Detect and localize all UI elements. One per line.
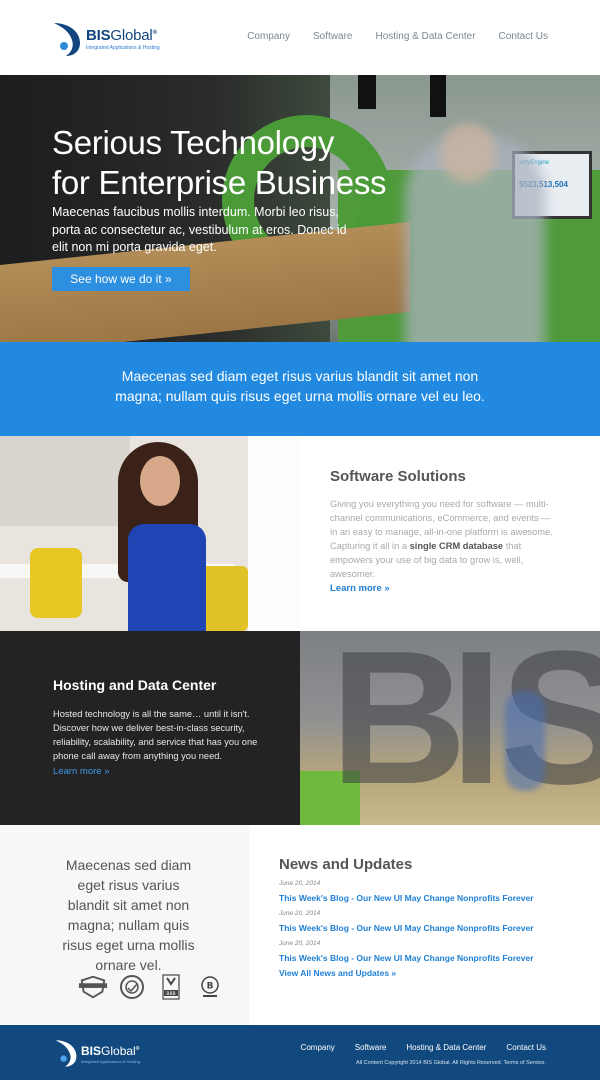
hosting-body: Hosted technology is all the same… until… <box>53 709 258 761</box>
site-header: BISGlobal® Integrated Applications & Hos… <box>0 0 600 75</box>
news-item: June 20, 2014 This Week's Blog - Our New… <box>279 939 534 969</box>
hosting-learn-more-link[interactable]: Learn more » <box>53 766 110 777</box>
footer-logo[interactable]: BISGlobal® Integrated Applications & Hos… <box>54 1038 140 1068</box>
footer-nav-company[interactable]: Company <box>301 1043 335 1052</box>
photo-window <box>248 436 300 631</box>
b-corp-badge-icon: B <box>195 973 225 1001</box>
hero-pendant-lamp <box>358 75 376 109</box>
photo-blurred-person <box>505 691 545 791</box>
news-section: News and Updates June 20, 2014 This Week… <box>249 825 600 1025</box>
hero-subtitle: Maecenas faucibus mollis interdum. Morbi… <box>52 205 347 254</box>
hosting-photo: B I S <box>300 631 600 825</box>
photo-person-face <box>140 456 180 506</box>
footer-nav-contact[interactable]: Contact Us <box>506 1043 546 1052</box>
footer-logo-tagline: Integrated Applications & Hosting <box>81 1058 140 1064</box>
main-nav: Company Software Hosting & Data Center C… <box>224 31 548 42</box>
nav-hosting[interactable]: Hosting & Data Center <box>375 31 475 42</box>
photo-wall <box>0 436 130 526</box>
nav-company[interactable]: Company <box>247 31 290 42</box>
logo-mark-icon <box>52 21 82 57</box>
news-title: News and Updates <box>279 856 413 873</box>
photo-letter-i: I <box>450 631 503 824</box>
software-body-bold: single CRM database <box>409 541 504 551</box>
hosting-title: Hosting and Data Center <box>53 677 217 693</box>
news-link[interactable]: This Week's Blog - Our New UI May Change… <box>279 893 534 903</box>
logo-reg-mark: ® <box>152 29 157 36</box>
news-item: June 20, 2014 This Week's Blog - Our New… <box>279 879 534 909</box>
certification-badges: BBB B <box>78 973 225 1001</box>
photo-letter-b: B <box>330 631 468 824</box>
tagline-band: Maecenas sed diam eget risus varius blan… <box>0 342 600 436</box>
logo-name-bold: BIS <box>86 26 111 44</box>
logo-name-light: Global <box>110 26 153 44</box>
view-all-news-link[interactable]: View All News and Updates » <box>279 968 396 978</box>
news-list: June 20, 2014 This Week's Blog - Our New… <box>279 879 534 969</box>
software-body: Giving you everything you need for softw… <box>330 497 555 581</box>
footer-nav-software[interactable]: Software <box>355 1043 387 1052</box>
news-date: June 20, 2014 <box>279 940 321 947</box>
tagline-text: Maecenas sed diam eget risus varius blan… <box>115 368 485 404</box>
software-photo <box>0 436 300 631</box>
bbb-badge-icon: BBB <box>156 973 186 1001</box>
quote-text: Maecenas sed diam eget risus varius blan… <box>62 857 195 973</box>
hero-title-line2: for Enterprise Business <box>52 164 387 201</box>
footer-logo-bold: BIS <box>81 1043 102 1058</box>
footer-copyright: All Content Copyright 2014 BIS Global. A… <box>355 1060 546 1066</box>
site-footer: BISGlobal® Integrated Applications & Hos… <box>0 1025 600 1080</box>
software-title: Software Solutions <box>330 468 466 485</box>
news-link[interactable]: This Week's Blog - Our New UI May Change… <box>279 923 534 933</box>
bbb-text: BBB <box>166 991 175 997</box>
see-how-button[interactable]: See how we do it » <box>52 267 190 291</box>
footer-logo-reg-mark: ® <box>135 1045 140 1052</box>
news-item: June 20, 2014 This Week's Blog - Our New… <box>279 909 534 939</box>
b-corp-text: B <box>207 982 214 992</box>
photo-chair <box>30 548 82 618</box>
quote-panel: Maecenas sed diam eget risus varius blan… <box>0 825 249 1025</box>
shield-badge-icon <box>78 973 108 1001</box>
hero-section: arityEngine $523,513,504 Serious Technol… <box>0 75 600 342</box>
hero-title-line1: Serious Technology <box>52 124 335 161</box>
news-date: June 20, 2014 <box>279 910 321 917</box>
software-learn-more-link[interactable]: Learn more » <box>330 583 390 594</box>
photo-person-dress <box>128 524 206 631</box>
nav-contact[interactable]: Contact Us <box>499 31 548 42</box>
hero-blurred-person-head <box>440 123 496 183</box>
seal-badge-icon <box>117 973 147 1001</box>
news-date: June 20, 2014 <box>279 880 321 887</box>
logo-tagline: Integrated Applications & Hosting <box>86 44 160 51</box>
footer-logo-mark-icon <box>55 1040 77 1067</box>
hero-pendant-lamp <box>430 75 446 117</box>
hosting-section: Hosting and Data Center Hosted technolog… <box>0 631 300 825</box>
news-link[interactable]: This Week's Blog - Our New UI May Change… <box>279 953 534 963</box>
site-logo[interactable]: BISGlobal® Integrated Applications & Hos… <box>52 20 160 58</box>
nav-software[interactable]: Software <box>313 31 352 42</box>
footer-logo-light: Global <box>101 1043 136 1058</box>
hero-title: Serious Technology for Enterprise Busine… <box>52 123 387 203</box>
software-section: Software Solutions Giving you everything… <box>300 436 600 631</box>
footer-nav: Company Software Hosting & Data Center C… <box>281 1043 546 1052</box>
footer-nav-hosting[interactable]: Hosting & Data Center <box>406 1043 486 1052</box>
photo-chair <box>200 566 248 631</box>
